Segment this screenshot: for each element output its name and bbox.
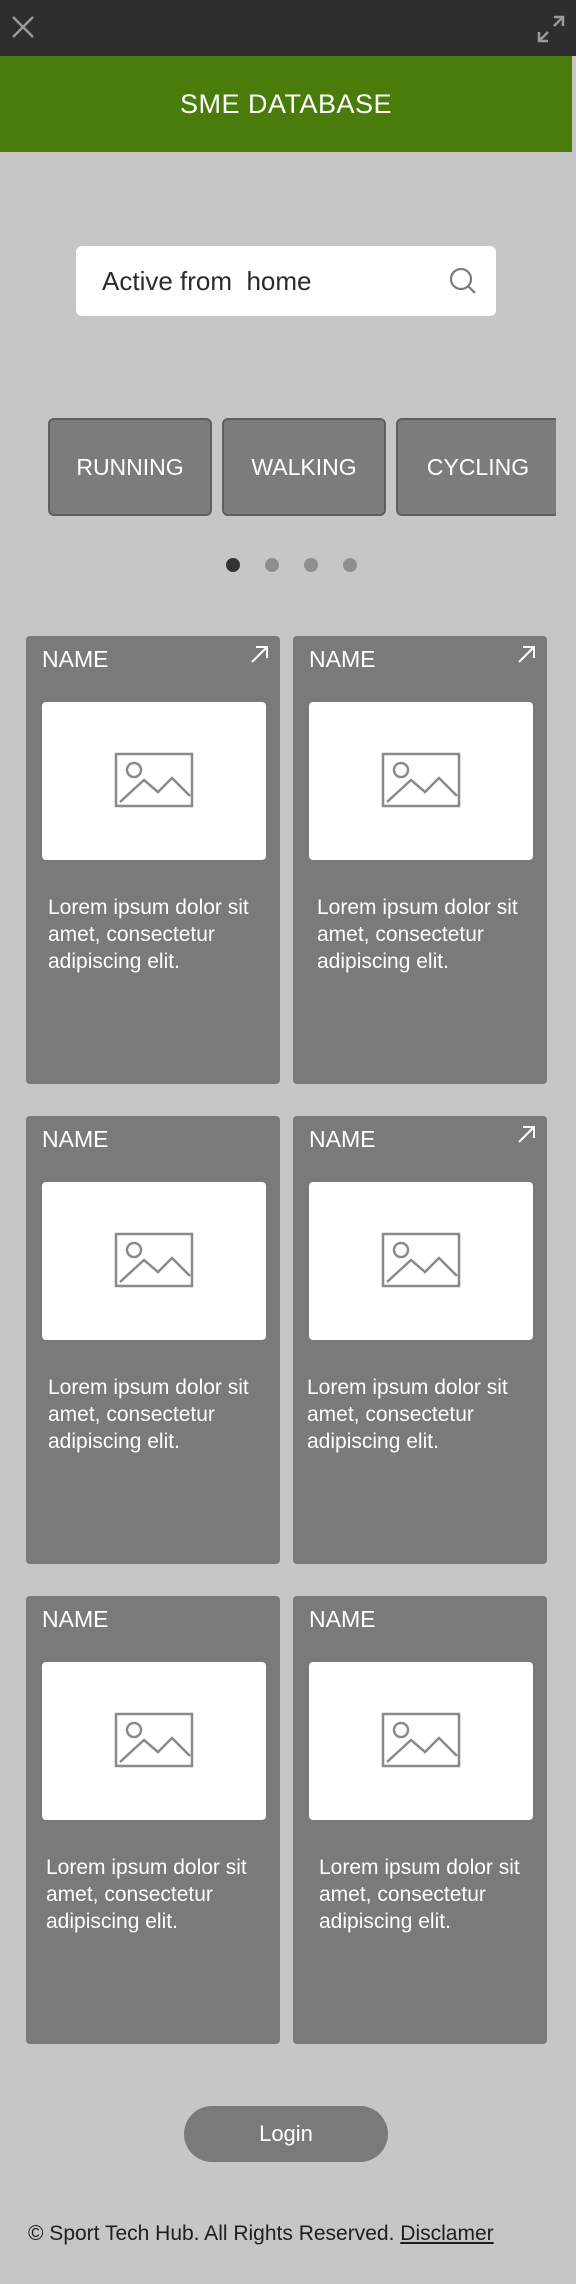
pagination-dot-1[interactable] <box>226 558 240 572</box>
card-image <box>309 702 533 860</box>
card-name: NAME <box>309 1126 376 1152</box>
card-image <box>42 702 266 860</box>
card-description: Lorem ipsum dolor sit amet, consectetur … <box>46 1856 247 1933</box>
card-image <box>309 1662 533 1820</box>
card-name: NAME <box>42 646 109 672</box>
image-placeholder-icon <box>381 752 461 808</box>
pagination-dot-2[interactable] <box>265 558 279 572</box>
category-carousel: RUNNING WALKING CYCLING <box>48 418 556 516</box>
expand-icon <box>537 15 565 43</box>
pagination-dot-4[interactable] <box>343 558 357 572</box>
sme-card[interactable]: NAME Lorem ipsum dolor sit amet, consect… <box>293 1116 547 1564</box>
close-button[interactable] <box>10 14 36 40</box>
card-description: Lorem ipsum dolor sit amet, consectetur … <box>48 1376 249 1453</box>
expand-button[interactable] <box>536 14 566 44</box>
image-placeholder-icon <box>114 752 194 808</box>
login-label: Login <box>259 2121 313 2146</box>
card-image <box>42 1182 266 1340</box>
image-placeholder-icon <box>114 1232 194 1288</box>
arrow-up-right-icon[interactable] <box>515 1124 537 1146</box>
category-label: RUNNING <box>76 454 184 480</box>
search-icon[interactable] <box>448 266 478 296</box>
close-icon <box>12 16 34 38</box>
arrow-up-right-icon[interactable] <box>248 644 270 666</box>
card-name: NAME <box>42 1126 109 1152</box>
category-cycling-button[interactable]: CYCLING <box>396 418 556 516</box>
search-input[interactable]: Active from home <box>76 246 496 316</box>
category-walking-button[interactable]: WALKING <box>222 418 386 516</box>
disclaimer-link[interactable]: Disclamer <box>400 2222 493 2245</box>
sme-card[interactable]: NAME Lorem ipsum dolor sit amet, consect… <box>26 636 280 1084</box>
footer-copyright: © Sport Tech Hub. All Rights Reserved. <box>28 2222 395 2245</box>
card-name: NAME <box>309 646 376 672</box>
category-running-button[interactable]: RUNNING <box>48 418 212 516</box>
card-name: NAME <box>309 1606 376 1632</box>
footer: © Sport Tech Hub. All Rights Reserved. D… <box>28 2222 494 2246</box>
page-content: SME DATABASE Active from home RUNNING WA… <box>0 56 576 2284</box>
card-description: Lorem ipsum dolor sit amet, consectetur … <box>307 1376 508 1453</box>
page-header: SME DATABASE <box>0 56 572 152</box>
login-button[interactable]: Login <box>184 2106 388 2162</box>
search-input-value: Active from home <box>102 266 312 296</box>
image-placeholder-icon <box>381 1712 461 1768</box>
card-description: Lorem ipsum dolor sit amet, consectetur … <box>317 896 518 973</box>
card-image <box>309 1182 533 1340</box>
image-placeholder-icon <box>114 1712 194 1768</box>
page-title: SME DATABASE <box>179 89 393 119</box>
arrow-up-right-icon[interactable] <box>515 644 537 666</box>
card-description: Lorem ipsum dolor sit amet, consectetur … <box>319 1856 520 1933</box>
pagination-dot-3[interactable] <box>304 558 318 572</box>
sme-card[interactable]: NAME Lorem ipsum dolor sit amet, consect… <box>26 1596 280 2044</box>
sme-card[interactable]: NAME Lorem ipsum dolor sit amet, consect… <box>26 1116 280 1564</box>
image-placeholder-icon <box>381 1232 461 1288</box>
carousel-pagination <box>220 556 360 576</box>
card-name: NAME <box>42 1606 109 1632</box>
sme-card[interactable]: NAME Lorem ipsum dolor sit amet, consect… <box>293 636 547 1084</box>
card-image <box>42 1662 266 1820</box>
card-description: Lorem ipsum dolor sit amet, consectetur … <box>48 896 249 973</box>
window-topbar <box>0 0 576 56</box>
sme-card[interactable]: NAME Lorem ipsum dolor sit amet, consect… <box>293 1596 547 2044</box>
category-label: WALKING <box>251 454 357 480</box>
category-label: CYCLING <box>426 454 530 480</box>
